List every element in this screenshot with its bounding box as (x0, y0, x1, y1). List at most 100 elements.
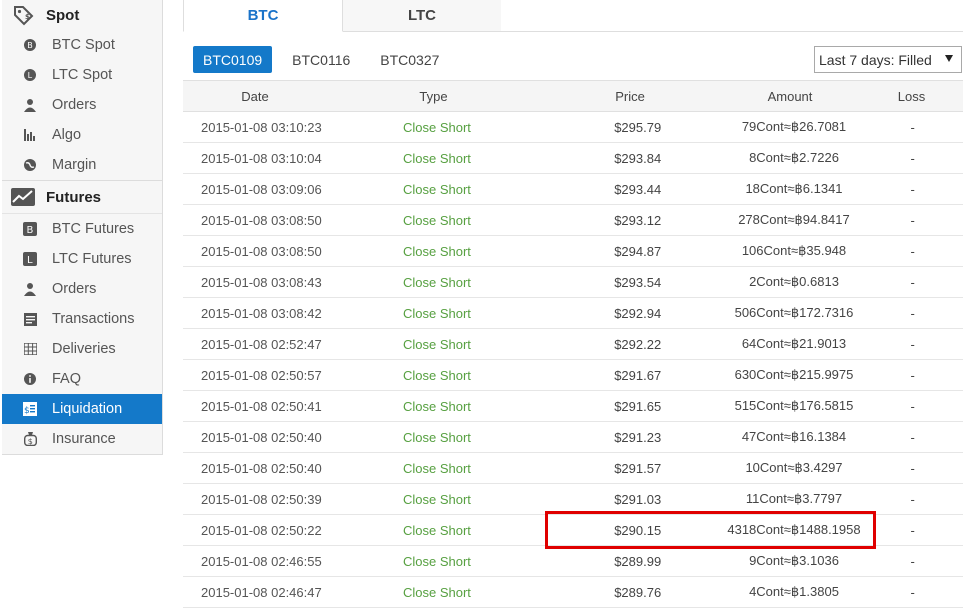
column-header-date[interactable]: Date (183, 81, 327, 111)
cell-date: 2015-01-08 03:08:50 (201, 243, 322, 259)
column-header-type[interactable]: Type (327, 81, 540, 111)
column-header-loss[interactable]: Loss (860, 81, 963, 111)
sidebar-item-liquidation[interactable]: $ Liquidation (2, 394, 162, 424)
sidebar-item-faq[interactable]: FAQ (2, 364, 162, 394)
cell-amount: 4Cont≈฿1.3805 (749, 584, 839, 599)
cell-price: $293.44 (614, 181, 662, 197)
cell-loss: - (910, 522, 915, 538)
sidebar-item-label: Transactions (52, 311, 135, 327)
contract-selector: BTC0109 BTC0116 BTC0327 (193, 46, 459, 73)
user-orders-icon (23, 98, 37, 112)
cell-price: $291.67 (614, 367, 662, 383)
cell-date: 2015-01-08 03:10:23 (201, 119, 322, 135)
column-header-price[interactable]: Price (540, 81, 720, 111)
cell-type: Close Short (402, 522, 471, 538)
cell-type: Close Short (402, 553, 471, 569)
sidebar-item-btc-futures[interactable]: B BTC Futures (2, 214, 162, 244)
bitcoin-futures-icon: B (23, 222, 37, 236)
cell-price: $293.54 (614, 274, 662, 290)
transactions-list-icon (23, 312, 37, 326)
sidebar-item-label: Deliveries (52, 341, 116, 357)
svg-text:L: L (28, 71, 33, 80)
sidebar-item-label: FAQ (52, 371, 82, 387)
contract-btc0327[interactable]: BTC0327 (370, 46, 449, 73)
cell-amount: 64Cont≈฿21.9013 (741, 336, 847, 351)
user-orders-icon (23, 282, 37, 296)
dropdown-arrow-icon (945, 55, 953, 62)
cell-date: 2015-01-08 03:09:06 (201, 181, 322, 197)
table-row: 2015-01-08 02:50:39 Close Short $291.03 11C… (183, 484, 963, 515)
cell-amount: 9Cont≈฿3.1036 (749, 553, 839, 568)
cell-amount: 278Cont≈฿94.8417 (738, 212, 850, 227)
cell-price: $291.57 (614, 460, 662, 476)
contract-btc0116[interactable]: BTC0116 (282, 46, 360, 73)
period-filter-select[interactable]: Last 7 days: Filled (814, 46, 962, 73)
sidebar-item-spot-orders[interactable]: Orders (2, 90, 162, 120)
contract-btc0109[interactable]: BTC0109 (193, 46, 273, 73)
cell-date: 2015-01-08 03:10:04 (201, 150, 322, 166)
cell-amount: 47Cont≈฿16.1384 (741, 429, 847, 444)
cell-type: Close Short (402, 460, 471, 476)
tab-btc[interactable]: BTC (183, 0, 343, 32)
cell-amount: 11Cont≈฿3.7797 (745, 491, 843, 506)
sidebar-item-label: BTC Futures (52, 221, 135, 237)
calendar-grid-icon (23, 342, 37, 356)
main-content: LTC BTC BTC0109 BTC0116 BTC0327 Last 7 d… (183, 0, 963, 608)
table-body: 2015-01-08 03:10:23 Close Short $295.79 79C… (183, 112, 963, 608)
sidebar-item-algo[interactable]: Algo (2, 120, 162, 150)
cell-type: Close Short (402, 150, 471, 166)
cell-date: 2015-01-08 03:08:42 (201, 305, 322, 321)
cell-type: Close Short (402, 181, 471, 197)
bitcoin-coin-icon: B (23, 38, 37, 52)
cell-amount: 4318Cont≈฿1488.1958 (727, 522, 861, 537)
sidebar-item-insurance[interactable]: $ Insurance (2, 424, 162, 454)
cell-amount: 106Cont≈฿35.948 (741, 243, 847, 258)
cell-amount: 506Cont≈฿172.7316 (734, 305, 854, 320)
cell-loss: - (910, 553, 915, 569)
cell-type: Close Short (402, 336, 471, 352)
cell-type: Close Short (402, 429, 471, 445)
tab-ltc[interactable]: LTC (343, 0, 501, 31)
cell-amount: 2Cont≈฿0.6813 (749, 274, 839, 289)
cell-date: 2015-01-08 02:52:47 (201, 336, 322, 352)
cell-loss: - (910, 336, 915, 352)
cell-date: 2015-01-08 02:50:22 (201, 522, 322, 538)
cell-loss: - (910, 150, 915, 166)
sidebar-item-label: Insurance (52, 431, 116, 447)
cell-amount: 630Cont≈฿215.9975 (734, 367, 854, 382)
cell-date: 2015-01-08 02:50:40 (201, 460, 322, 476)
cell-date: 2015-01-08 02:46:55 (201, 553, 322, 569)
column-header-amount[interactable]: Amount (720, 81, 860, 111)
sidebar-item-label: Algo (52, 127, 82, 143)
sidebar-item-btc-spot[interactable]: B BTC Spot (2, 30, 162, 60)
table-row: 2015-01-08 03:09:06 Close Short $293.44 18C… (183, 174, 963, 205)
section-spot: $ Spot (2, 0, 162, 30)
cell-loss: - (910, 584, 915, 600)
sidebar-item-margin[interactable]: Margin (2, 150, 162, 180)
cell-price: $292.94 (614, 305, 662, 321)
cell-type: Close Short (402, 212, 471, 228)
sidebar-item-label: Liquidation (52, 401, 123, 417)
cell-price: $291.03 (614, 491, 662, 507)
cell-price: $289.76 (614, 584, 662, 600)
sidebar-item-ltc-spot[interactable]: L LTC Spot (2, 60, 162, 90)
cell-type: Close Short (402, 398, 471, 414)
sidebar-item-ltc-futures[interactable]: L LTC Futures (2, 244, 162, 274)
sidebar-item-label: LTC Futures (52, 251, 132, 267)
table-row: 2015-01-08 03:08:42 Close Short $292.94 506… (183, 298, 963, 329)
cell-loss: - (910, 305, 915, 321)
litecoin-coin-icon: L (23, 68, 37, 82)
cell-price: $291.65 (614, 398, 662, 414)
sidebar-item-futures-orders[interactable]: Orders (2, 274, 162, 304)
table-row: 2015-01-08 02:50:57 Close Short $291.67 630… (183, 360, 963, 391)
cell-price: $290.15 (614, 522, 662, 538)
svg-text:$: $ (27, 437, 32, 446)
section-futures-title: Futures (46, 188, 102, 206)
cell-loss: - (910, 274, 915, 290)
sidebar-item-transactions[interactable]: Transactions (2, 304, 162, 334)
cell-type: Close Short (402, 305, 471, 321)
sidebar-item-deliveries[interactable]: Deliveries (2, 334, 162, 364)
sidebar-item-label: LTC Spot (52, 67, 113, 83)
sidebar-item-label: BTC Spot (52, 37, 115, 53)
period-filter-value: Last 7 days: Filled (819, 51, 932, 68)
